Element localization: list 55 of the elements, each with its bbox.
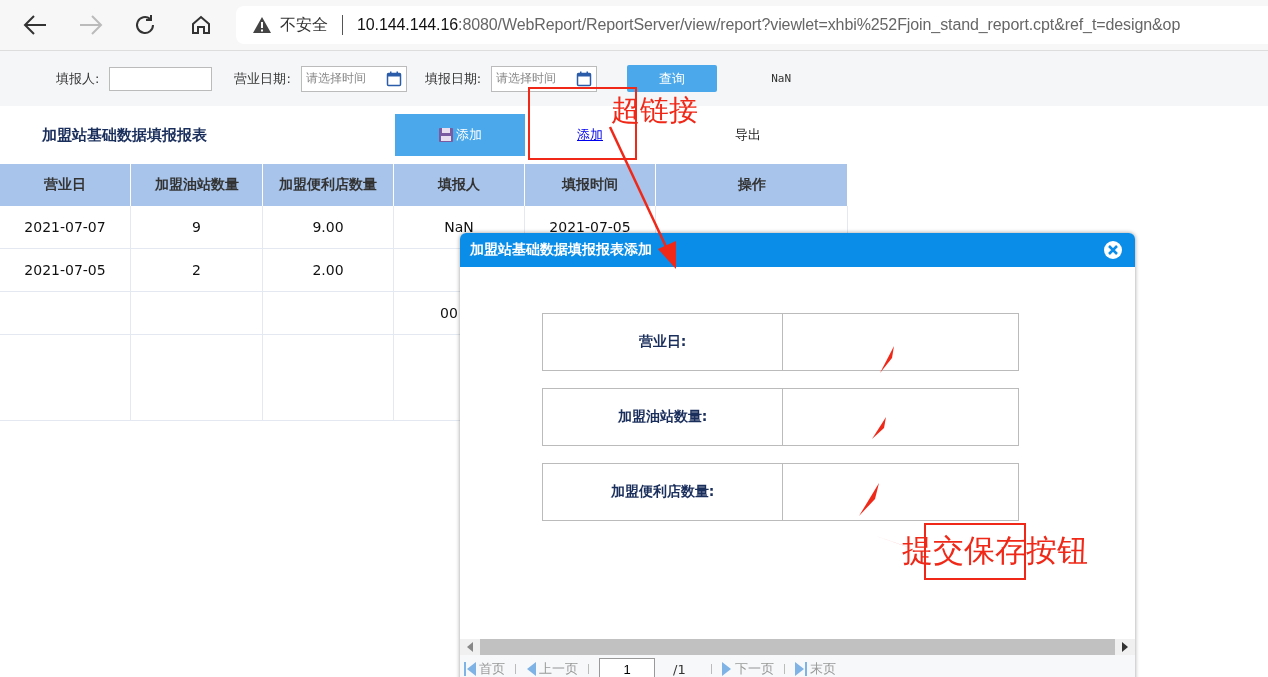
security-label: 不安全 bbox=[280, 14, 328, 35]
input-field[interactable] bbox=[783, 313, 1019, 371]
input-field[interactable] bbox=[783, 388, 1019, 446]
column-header: 填报人 bbox=[394, 164, 525, 206]
column-header: 加盟便利店数量 bbox=[263, 164, 394, 206]
home-icon[interactable] bbox=[190, 14, 212, 36]
page-total: /1 bbox=[673, 661, 687, 677]
form-label: 加盟油站数量: bbox=[542, 388, 783, 446]
form-label: 加盟便利店数量: bbox=[542, 463, 783, 521]
table-cell: 2.00 bbox=[263, 249, 394, 292]
page-number-field[interactable]: 1 bbox=[599, 658, 655, 677]
scroll-left-icon[interactable] bbox=[466, 642, 474, 652]
column-header: 操作 bbox=[656, 164, 848, 206]
date-field[interactable]: 请选择时间 bbox=[491, 65, 598, 92]
filter-label: 营业日期: bbox=[234, 69, 291, 88]
url-text: 10.144.144.16:8080/WebReport/ReportServer/view/report?viewlet=xhbi%252Fjoin_stand_report.cpt&ref_t=design&op bbox=[357, 16, 1181, 34]
previous-icon bbox=[526, 662, 536, 676]
close-icon[interactable] bbox=[1103, 240, 1123, 260]
address-bar[interactable]: 不安全 10.144.144.16:8080/WebReport/ReportServer/view/report?viewlet=xhbi%252Fjoin_stand_report.cpt&ref_t=design&op bbox=[236, 6, 1268, 44]
scroll-right-icon[interactable] bbox=[1121, 642, 1129, 652]
table-cell: 2021-07-07 bbox=[0, 206, 131, 249]
add-link[interactable]: 添加 bbox=[577, 126, 603, 144]
input-field[interactable] bbox=[109, 66, 213, 91]
reload-icon[interactable] bbox=[134, 14, 156, 36]
report-title: 加盟站基础数据填报报表 bbox=[42, 125, 208, 145]
forward-icon[interactable] bbox=[78, 14, 104, 36]
warning-icon bbox=[252, 16, 272, 34]
next-icon bbox=[722, 662, 732, 676]
column-header: 加盟油站数量 bbox=[131, 164, 263, 206]
column-header: 填报时间 bbox=[525, 164, 656, 206]
table-cell: 9 bbox=[131, 206, 263, 249]
calendar-icon bbox=[385, 70, 402, 87]
table-cell: 9.00 bbox=[263, 206, 394, 249]
back-icon[interactable] bbox=[22, 14, 48, 36]
horizontal-scrollbar[interactable] bbox=[460, 639, 1135, 655]
save-icon bbox=[438, 127, 454, 143]
table-cell: 2 bbox=[131, 249, 263, 292]
last-page-icon bbox=[795, 662, 807, 676]
last-page-button[interactable]: 末页 bbox=[795, 660, 836, 677]
status-text: NaN bbox=[771, 72, 792, 85]
first-page-icon bbox=[464, 662, 476, 676]
annotation-arrow bbox=[870, 416, 888, 440]
export-link[interactable]: 导出 bbox=[735, 126, 761, 144]
first-page-button[interactable]: 首页 bbox=[464, 660, 505, 677]
query-button[interactable]: 查询 bbox=[627, 65, 718, 92]
form-label: 营业日: bbox=[542, 313, 783, 371]
annotation-arrow bbox=[878, 344, 896, 374]
add-button[interactable]: 添加 bbox=[395, 114, 525, 156]
input-field[interactable] bbox=[783, 463, 1019, 521]
date-field[interactable]: 请选择时间 bbox=[300, 65, 407, 92]
calendar-icon bbox=[576, 70, 593, 87]
filter-label: 填报人: bbox=[56, 69, 100, 88]
column-header: 营业日 bbox=[0, 164, 131, 206]
filter-label: 填报日期: bbox=[424, 69, 482, 88]
table-cell: 2021-07-05 bbox=[0, 249, 131, 292]
